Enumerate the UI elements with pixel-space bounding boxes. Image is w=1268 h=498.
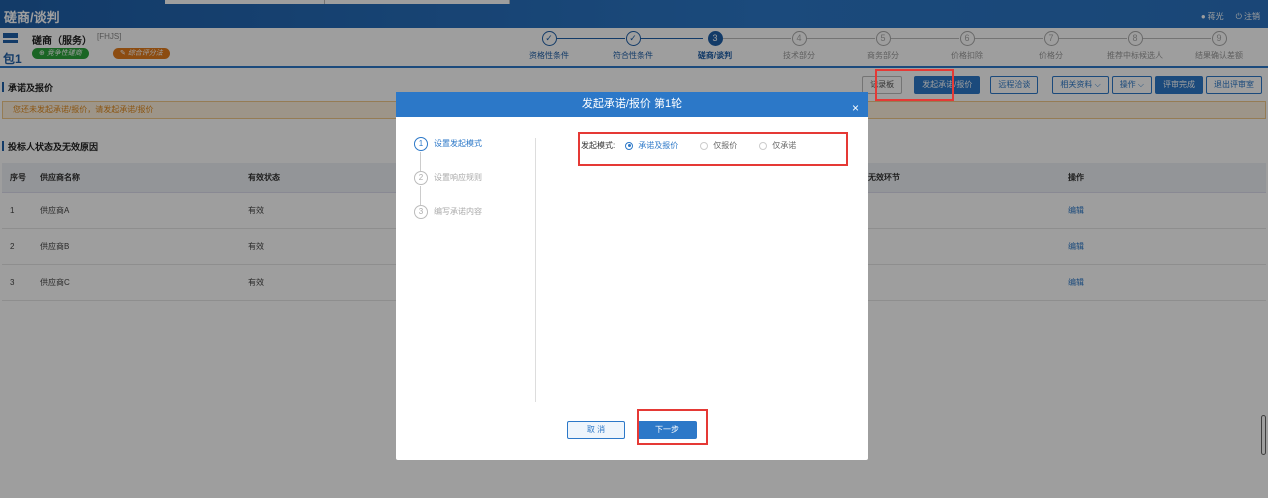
highlight-mode-selector [578, 132, 848, 166]
wizard-step-label: 设置响应规则 [434, 173, 482, 182]
dialog-divider [535, 138, 536, 402]
wizard-step-number: 2 [414, 171, 428, 185]
wizard-step-number: 1 [414, 137, 428, 151]
wizard-steps: 1 设置发起模式 2 设置响应规则 3 编写承诺内容 [414, 137, 482, 239]
dialog-header: 发起承诺/报价 第1轮 × [396, 92, 868, 117]
close-icon[interactable]: × [852, 96, 859, 121]
wizard-connector [420, 186, 421, 205]
wizard-step-rules[interactable]: 2 设置响应规则 [414, 171, 482, 205]
highlight-start-quote [875, 69, 954, 101]
highlight-next-button [637, 409, 708, 445]
wizard-step-mode[interactable]: 1 设置发起模式 [414, 137, 482, 171]
wizard-connector [420, 152, 421, 171]
cancel-button[interactable]: 取 消 [567, 421, 625, 439]
wizard-step-number: 3 [414, 205, 428, 219]
wizard-step-label: 编写承诺内容 [434, 207, 482, 216]
wizard-step-content[interactable]: 3 编写承诺内容 [414, 205, 482, 239]
wizard-step-label: 设置发起模式 [434, 139, 482, 148]
dialog-title: 发起承诺/报价 第1轮 [581, 98, 683, 110]
